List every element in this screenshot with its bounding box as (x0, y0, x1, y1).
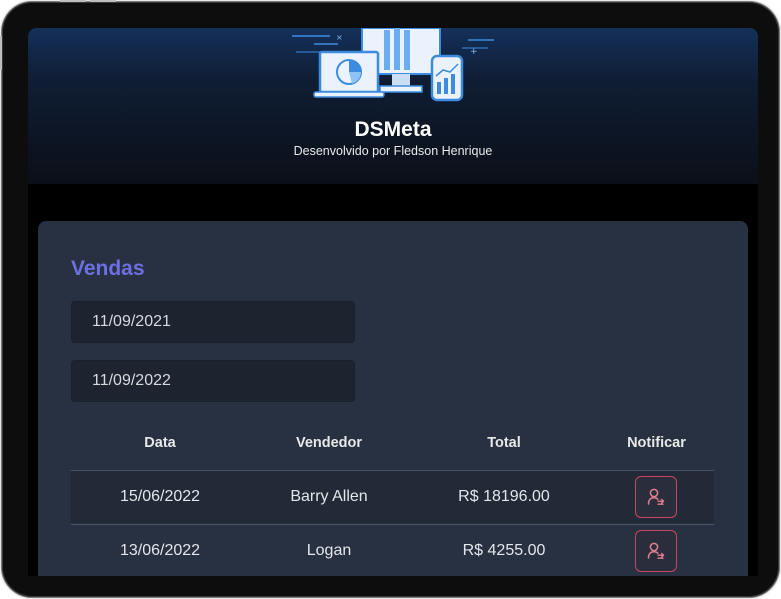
svg-text:×: × (336, 33, 343, 42)
sales-card: Vendas Data Vendedor Total Notificar 15/… (38, 221, 748, 576)
notification-user-icon (647, 542, 665, 559)
sale-seller: Logan (306, 542, 352, 559)
column-header-seller: Vendedor (295, 435, 363, 451)
app-screen: × + DSMeta Desenvolvido por Fledson Henr… (28, 28, 758, 576)
column-header-notify: Notificar (627, 435, 686, 451)
notify-button[interactable] (635, 476, 677, 518)
column-header-total: Total (487, 435, 521, 451)
svg-text:+: + (470, 47, 478, 57)
notify-button[interactable] (635, 530, 677, 572)
sale-date: 13/06/2022 (119, 542, 201, 559)
dashboard-devices-logo-icon: × + (292, 28, 494, 102)
device-volume-button (90, 0, 116, 2)
device-volume-button (60, 0, 86, 2)
sale-date: 15/06/2022 (119, 488, 201, 505)
max-date-input[interactable] (71, 360, 355, 402)
app-subtitle: Desenvolvido por Fledson Henrique (293, 144, 493, 158)
sale-total: R$ 18196.00 (458, 488, 550, 505)
table-row: 13/06/2022 Logan R$ 4255.00 (71, 524, 714, 576)
table-row: 15/06/2022 Barry Allen R$ 18196.00 (71, 471, 714, 523)
sale-total: R$ 4255.00 (462, 542, 546, 559)
notification-user-icon (647, 488, 665, 505)
tablet-frame: × + DSMeta Desenvolvido por Fledson Henr… (2, 2, 779, 597)
device-side-button (0, 36, 2, 70)
sales-title: Vendas (71, 257, 145, 280)
sale-seller: Barry Allen (290, 488, 368, 505)
min-date-input[interactable] (71, 301, 355, 343)
column-header-date: Data (144, 435, 176, 451)
app-header: × + DSMeta Desenvolvido por Fledson Henr… (28, 28, 758, 184)
app-title: DSMeta (354, 118, 432, 141)
